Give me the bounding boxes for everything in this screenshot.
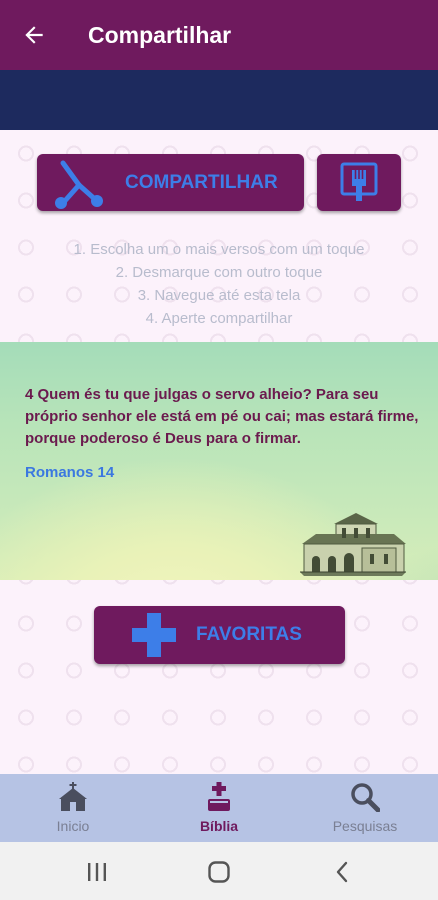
header-band: [0, 70, 438, 130]
church-icon: [59, 782, 87, 811]
home-button[interactable]: [199, 852, 239, 892]
favorites-button-label: FAVORITAS: [196, 624, 302, 645]
instructions: 1. Escolha um o mais versos com um toque…: [0, 238, 438, 330]
recents-icon: [88, 863, 106, 881]
instruction-line: 4. Aperte compartilhar: [145, 310, 293, 327]
bottom-navigation: Inicio Bíblia Pesquisas: [0, 774, 438, 842]
system-navigation-bar: [0, 842, 438, 900]
verse-text: 4 Quem és tu que julgas o servo alheio? …: [25, 386, 419, 447]
page-title: Compartilhar: [88, 21, 232, 48]
nav-item-biblia[interactable]: Bíblia: [146, 774, 292, 842]
favorites-button[interactable]: FAVORITAS: [94, 606, 345, 664]
plus-icon: [132, 613, 176, 657]
share-button[interactable]: COMPARTILHAR: [37, 154, 304, 211]
recents-button[interactable]: [77, 852, 117, 892]
brush-icon: [340, 162, 378, 201]
verse-card[interactable]: 4 Quem és tu que julgas o servo alheio? …: [0, 342, 438, 580]
share-button-label: COMPARTILHAR: [125, 171, 278, 193]
nav-item-pesquisas[interactable]: Pesquisas: [292, 774, 438, 842]
nav-item-inicio[interactable]: Inicio: [0, 774, 146, 842]
brush-button[interactable]: [317, 154, 401, 211]
main-content: COMPARTILHAR 1. Escolha um o mais versos…: [0, 130, 438, 774]
app-bar: Compartilhar: [0, 0, 438, 70]
nav-label-biblia: Bíblia: [199, 818, 239, 834]
back-chevron-icon: [336, 861, 348, 883]
instruction-line: 1. Escolha um o mais versos com um toque: [73, 241, 365, 258]
verse-reference[interactable]: Romanos 14: [25, 464, 114, 481]
search-icon: [351, 783, 380, 812]
church-illustration: [300, 513, 406, 576]
nav-label-pesquisas: Pesquisas: [332, 818, 398, 834]
share-icon: [55, 160, 103, 209]
nav-label-inicio: Inicio: [56, 818, 90, 834]
home-icon: [208, 861, 230, 883]
system-back-button[interactable]: [322, 852, 362, 892]
bible-icon: [208, 782, 230, 811]
arrow-left-icon: [25, 26, 43, 44]
instruction-line: 2. Desmarque com outro toque: [115, 264, 323, 281]
instruction-line: 3. Navegue até esta tela: [137, 287, 301, 304]
back-button[interactable]: [14, 15, 54, 55]
